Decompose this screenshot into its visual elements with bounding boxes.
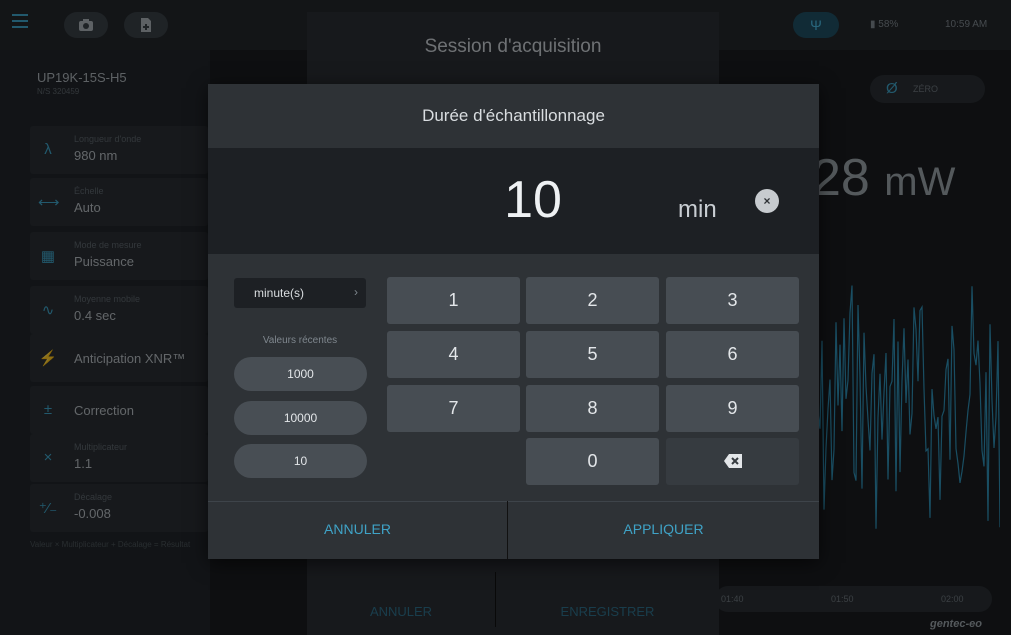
dialog-title: Durée d'échantillonnage (422, 106, 605, 125)
key-5[interactable]: 5 (526, 331, 659, 378)
value-display: 10 min × (208, 148, 819, 254)
key-4[interactable]: 4 (387, 331, 520, 378)
key-8[interactable]: 8 (526, 385, 659, 432)
cancel-button[interactable]: ANNULER (208, 514, 507, 544)
duration-unit: min (678, 196, 717, 223)
recent-value-button[interactable]: 10 (234, 444, 367, 478)
key-1[interactable]: 1 (387, 277, 520, 324)
recent-values-label: Valeurs récentes (262, 335, 338, 346)
backspace-button[interactable] (666, 438, 799, 485)
key-7[interactable]: 7 (387, 385, 520, 432)
clear-icon[interactable]: × (755, 189, 779, 213)
recent-value-button[interactable]: 10000 (234, 401, 367, 435)
key-3[interactable]: 3 (666, 277, 799, 324)
chevron-right-icon: › (354, 285, 358, 299)
key-0[interactable]: 0 (526, 438, 659, 485)
recent-value-button[interactable]: 1000 (234, 357, 367, 391)
key-6[interactable]: 6 (666, 331, 799, 378)
key-9[interactable]: 9 (666, 385, 799, 432)
sampling-duration-dialog: Durée d'échantillonnage 10 min × minute(… (208, 84, 819, 559)
divider (208, 501, 819, 502)
apply-button[interactable]: APPLIQUER (508, 514, 819, 544)
unit-select[interactable]: minute(s) › (234, 278, 366, 308)
key-2[interactable]: 2 (526, 277, 659, 324)
duration-value: 10 (504, 171, 562, 229)
backspace-icon (723, 454, 742, 468)
